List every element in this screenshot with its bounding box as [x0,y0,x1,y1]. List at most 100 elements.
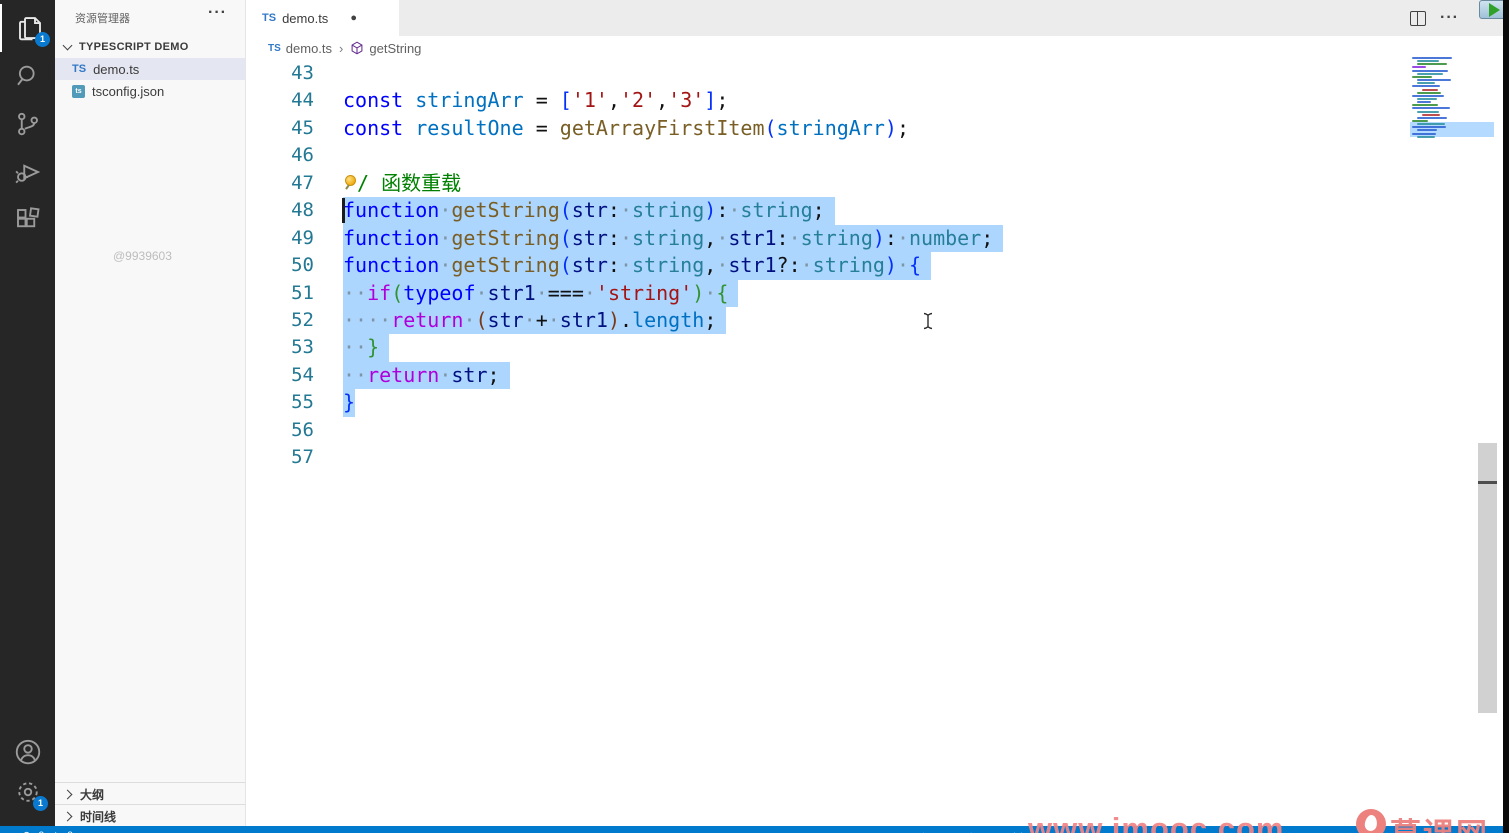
whitespace-dot: · [896,225,910,250]
whitespace-dot: · [716,253,729,278]
problems-indicator[interactable]: ⊘ 0 △ 0 [22,829,75,833]
screen-edge-strip [1503,0,1509,833]
line-number[interactable]: 52 [246,307,343,334]
line-number[interactable]: 51 [246,280,343,307]
more-actions-icon[interactable]: ··· [208,4,227,22]
activity-search[interactable] [0,52,55,100]
breadcrumb-file[interactable]: demo.ts [286,41,332,56]
code-line[interactable]: 54 ··return·str; [246,361,1503,390]
file-item-demo-ts[interactable]: TS demo.ts [55,58,245,80]
outline-panel-header[interactable]: 大纲 [55,782,245,805]
search-icon [16,65,35,86]
breadcrumb[interactable]: TS demo.ts › getString [246,36,1509,60]
split-editor-icon[interactable] [1410,10,1427,26]
folder-header[interactable]: TYPESCRIPT DEMO [55,36,245,58]
minimap[interactable] [1410,55,1496,145]
whitespace-dot: · [343,362,356,387]
breadcrumb-symbol[interactable]: getString [369,41,421,56]
vscode-window: 1 1 资源管理器 ··· TYPESCRIPT DEMO TS demo.ts… [0,0,1509,833]
line-number[interactable]: 53 [246,334,343,361]
minimap-line [1412,57,1452,59]
source-control-icon [17,112,38,136]
whitespace-dot: · [343,335,356,360]
code-line[interactable]: 53 ··} [246,334,1503,362]
line-number[interactable]: 50 [246,252,343,279]
line-number[interactable]: 54 [246,362,343,389]
code-line[interactable]: 45 const resultOne = getArrayFirstItem(st… [246,115,1503,142]
activity-bar: 1 1 [0,0,55,826]
sidebar: 资源管理器 ··· TYPESCRIPT DEMO TS demo.ts ts … [55,0,246,826]
line-number[interactable]: 55 [246,389,343,416]
minimap-line [1417,91,1441,94]
whitespace-dot: · [475,280,488,305]
code-line[interactable]: 55} [246,389,1503,417]
minimap-line [1412,69,1448,72]
line-number[interactable]: 57 [246,444,343,471]
lightbulb-icon[interactable] [343,174,357,193]
run-debug-icon [14,164,40,184]
activity-settings[interactable]: 1 [0,768,55,816]
code-line[interactable]: 56 [246,417,1503,444]
editor-more-actions-icon[interactable]: ··· [1440,9,1459,27]
line-number[interactable]: 44 [246,87,343,114]
minimap-line [1417,110,1439,113]
code-line[interactable]: 51 ··if(typeof·str1·===·'string')·{ [246,279,1503,307]
code-line[interactable]: 44 const stringArr = ['1','2','3']; [246,87,1503,114]
minimap-line [1412,94,1444,97]
line-number[interactable]: 49 [246,225,343,252]
line-number[interactable]: 48 [246,197,343,224]
minimap-line [1422,113,1440,116]
code-line[interactable]: 57 [246,444,1503,471]
whitespace-dot: · [355,335,368,360]
explorer-badge: 1 [35,32,50,47]
watermark-user-id: @9939603 [113,249,172,263]
file-item-tsconfig[interactable]: ts tsconfig.json [55,80,245,102]
whitespace-dot: · [367,307,380,332]
code-line[interactable]: 48 function·getString(str:·string):·strin… [246,197,1503,225]
whitespace-dot: · [463,307,476,332]
code-line[interactable]: 43 [246,60,1503,87]
settings-badge: 1 [33,796,48,811]
activity-run-debug[interactable] [0,148,55,196]
whitespace-dot: · [547,307,560,332]
line-number[interactable]: 56 [246,417,343,444]
code-editor[interactable]: 43 44 const stringArr = ['1','2','3']; 45 co… [246,60,1503,826]
activity-extensions[interactable] [0,196,55,244]
tsconfig-file-icon: ts [72,84,85,98]
sidebar-title: 资源管理器 [75,12,130,25]
activity-source-control[interactable] [0,100,55,148]
file-name: tsconfig.json [92,83,165,99]
minimap-line [1417,72,1443,75]
timeline-panel-header[interactable]: 时间线 [55,804,245,827]
line-text: const resultOne = getArrayFirstItem(stri… [343,115,909,140]
code-line[interactable]: 46 [246,142,1503,169]
code-line[interactable]: 52 ····return·(str·+·str1).length; [246,306,1503,335]
whitespace-dot: · [716,225,729,250]
mouse-ibeam-cursor [923,312,933,330]
whitespace-dot: · [343,280,356,305]
code-line[interactable]: 47/ 函数重载 [246,170,1503,197]
minimap-line [1417,79,1451,82]
line-number[interactable]: 45 [246,115,343,142]
line-number[interactable]: 43 [246,60,343,87]
tab-demo-ts[interactable]: TS demo.ts ● [246,0,399,36]
chevron-down-icon [62,40,73,51]
line-number[interactable]: 46 [246,142,343,169]
modified-dot-icon[interactable]: ● [350,12,357,24]
minimap-line [1412,66,1426,69]
line-text: } [343,389,356,417]
minimap-line [1422,88,1438,91]
folder-name: TYPESCRIPT DEMO [79,41,189,53]
file-name: demo.ts [93,61,140,77]
code-line[interactable]: 49 function·getString(str:·string,·str1:·… [246,224,1503,253]
minimap-line [1412,126,1446,129]
line-number[interactable]: 47 [246,170,343,197]
activity-explorer[interactable]: 1 [0,4,57,52]
scrollbar-thumb[interactable] [1478,443,1497,713]
symbol-method-icon [351,41,363,55]
sidebar-header: 资源管理器 ··· [55,0,245,35]
code-line[interactable]: 50 function·getString(str:·string,·str1?:… [246,252,1503,280]
whitespace-dot: · [704,280,717,305]
line-text: / 函数重载 [343,170,461,197]
minimap-line [1417,63,1447,66]
